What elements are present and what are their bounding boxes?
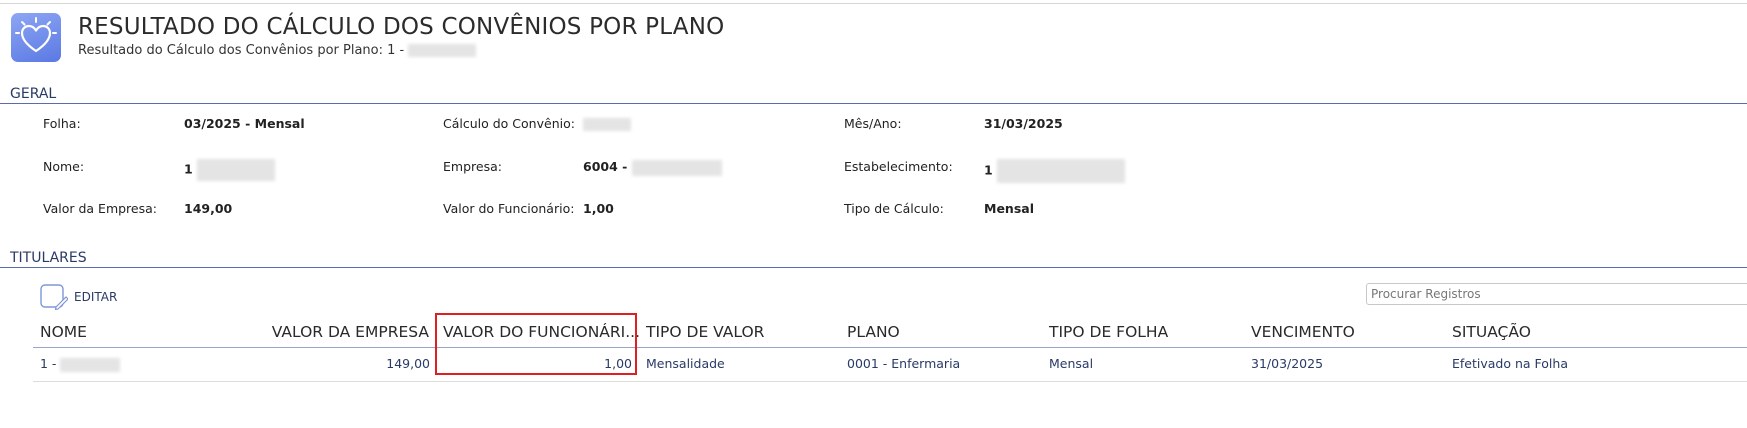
nome-value-text: 1 — [184, 161, 193, 177]
column-header-valor-empresa[interactable]: VALOR DA EMPRESA — [272, 323, 429, 341]
valor-empresa-label: Valor da Empresa: — [43, 201, 157, 216]
section-title-geral: GERAL — [10, 86, 57, 102]
estabelecimento-value: 1 — [984, 159, 1126, 183]
calculo-convenio-value — [583, 116, 631, 131]
column-header-nome[interactable]: NOME — [40, 323, 87, 341]
redacted-text — [408, 44, 477, 57]
column-header-vencimento[interactable]: VENCIMENTO — [1251, 323, 1355, 341]
edit-button[interactable]: EDITAR — [40, 284, 117, 310]
mes-ano-label: Mês/Ano: — [844, 116, 902, 131]
folha-value-text: 03/2025 — [184, 116, 241, 131]
column-header-tipo-folha[interactable]: TIPO DE FOLHA — [1049, 323, 1168, 341]
page-title: RESULTADO DO CÁLCULO DOS CONVÊNIOS POR P… — [78, 14, 725, 40]
empresa-label: Empresa: — [443, 159, 502, 174]
edit-button-label: EDITAR — [74, 290, 118, 304]
table-cell-nome[interactable]: 1 - — [40, 356, 121, 372]
table-cell-vencimento[interactable]: 31/03/2025 — [1251, 356, 1323, 371]
calculo-convenio-label: Cálculo do Convênio: — [443, 116, 575, 131]
nome-label: Nome: — [43, 159, 85, 174]
folha-label: Folha: — [43, 116, 81, 131]
tipo-calculo-value: Mensal — [984, 201, 1034, 216]
table-row-divider — [33, 381, 1747, 382]
search-input[interactable] — [1366, 283, 1747, 305]
valor-funcionario-label: Valor do Funcionário: — [443, 201, 575, 216]
section-divider — [0, 103, 1747, 104]
table-cell-situacao[interactable]: Efetivado na Folha — [1452, 356, 1568, 371]
tipo-calculo-label: Tipo de Cálculo: — [844, 201, 944, 216]
highlight-box — [435, 313, 637, 375]
table-cell-nome-text: 1 - — [40, 356, 57, 371]
redacted-text — [583, 118, 631, 131]
column-header-plano[interactable]: PLANO — [847, 323, 900, 341]
redacted-text — [197, 159, 276, 181]
table-cell-tipo-valor[interactable]: Mensalidade — [646, 356, 725, 371]
empresa-value: 6004 - — [583, 159, 722, 176]
empresa-value-text: 6004 - — [583, 159, 628, 174]
table-header-divider — [33, 347, 1747, 348]
folha-value: 03/2025 - Mensal — [184, 116, 305, 131]
edit-icon — [40, 284, 68, 310]
nome-value: 1 — [184, 159, 276, 181]
column-header-tipo-valor[interactable]: TIPO DE VALOR — [646, 323, 764, 341]
top-divider — [0, 3, 1747, 4]
mes-ano-value: 31/03/2025 — [984, 116, 1063, 131]
redacted-text — [631, 159, 722, 176]
table-cell-valor-empresa[interactable]: 149,00 — [386, 356, 430, 371]
table-cell-tipo-folha[interactable]: Mensal — [1049, 356, 1093, 371]
section-title-titulares: TITULARES — [10, 250, 87, 266]
page-subtitle-text: Resultado do Cálculo dos Convênios por P… — [78, 43, 405, 58]
page-subtitle: Resultado do Cálculo dos Convênios por P… — [78, 43, 477, 58]
heart-icon — [15, 17, 57, 53]
column-header-situacao[interactable]: SITUAÇÃO — [1452, 323, 1531, 341]
estabelecimento-value-text: 1 — [984, 162, 993, 178]
section-divider — [0, 267, 1747, 268]
redacted-text — [997, 159, 1126, 183]
estabelecimento-label: Estabelecimento: — [844, 159, 953, 174]
valor-funcionario-value: 1,00 — [583, 201, 614, 216]
valor-empresa-value: 149,00 — [184, 201, 233, 216]
app-icon — [11, 13, 61, 62]
redacted-text — [60, 357, 121, 372]
table-cell-plano[interactable]: 0001 - Enfermaria — [847, 356, 960, 371]
folha-value-suffix: - Mensal — [240, 116, 305, 131]
